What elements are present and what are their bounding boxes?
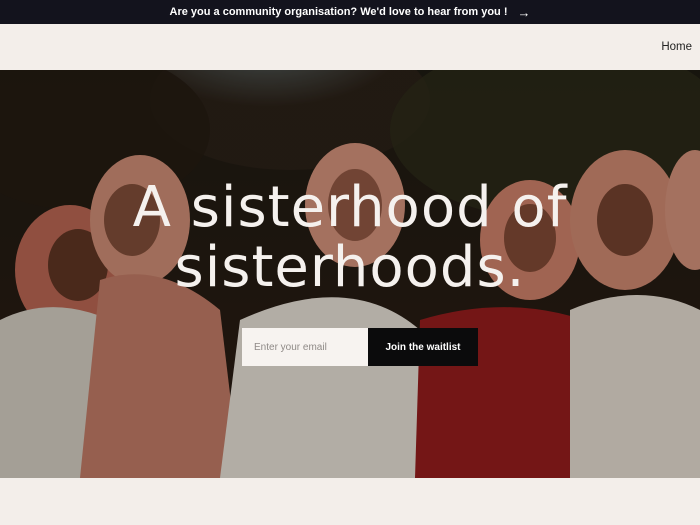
arrow-right-icon: →: [517, 4, 531, 20]
announcement-text: Are you a community organisation? We'd l…: [169, 6, 508, 18]
email-input[interactable]: [242, 328, 368, 366]
waitlist-form: Join the waitlist: [242, 328, 478, 366]
headline-line-1: A sisterhood of: [132, 175, 568, 240]
join-waitlist-button[interactable]: Join the waitlist: [368, 328, 478, 366]
hero-section: A sisterhood of sisterhoods. Join the wa…: [0, 70, 700, 478]
page-footer-strip: [0, 478, 700, 525]
nav-home-link[interactable]: Home: [661, 41, 692, 53]
hero-headline: A sisterhood of sisterhoods.: [0, 178, 700, 298]
site-header: Home: [0, 24, 700, 70]
headline-line-2: sisterhoods.: [174, 235, 526, 300]
announcement-banner[interactable]: Are you a community organisation? We'd l…: [0, 0, 700, 24]
